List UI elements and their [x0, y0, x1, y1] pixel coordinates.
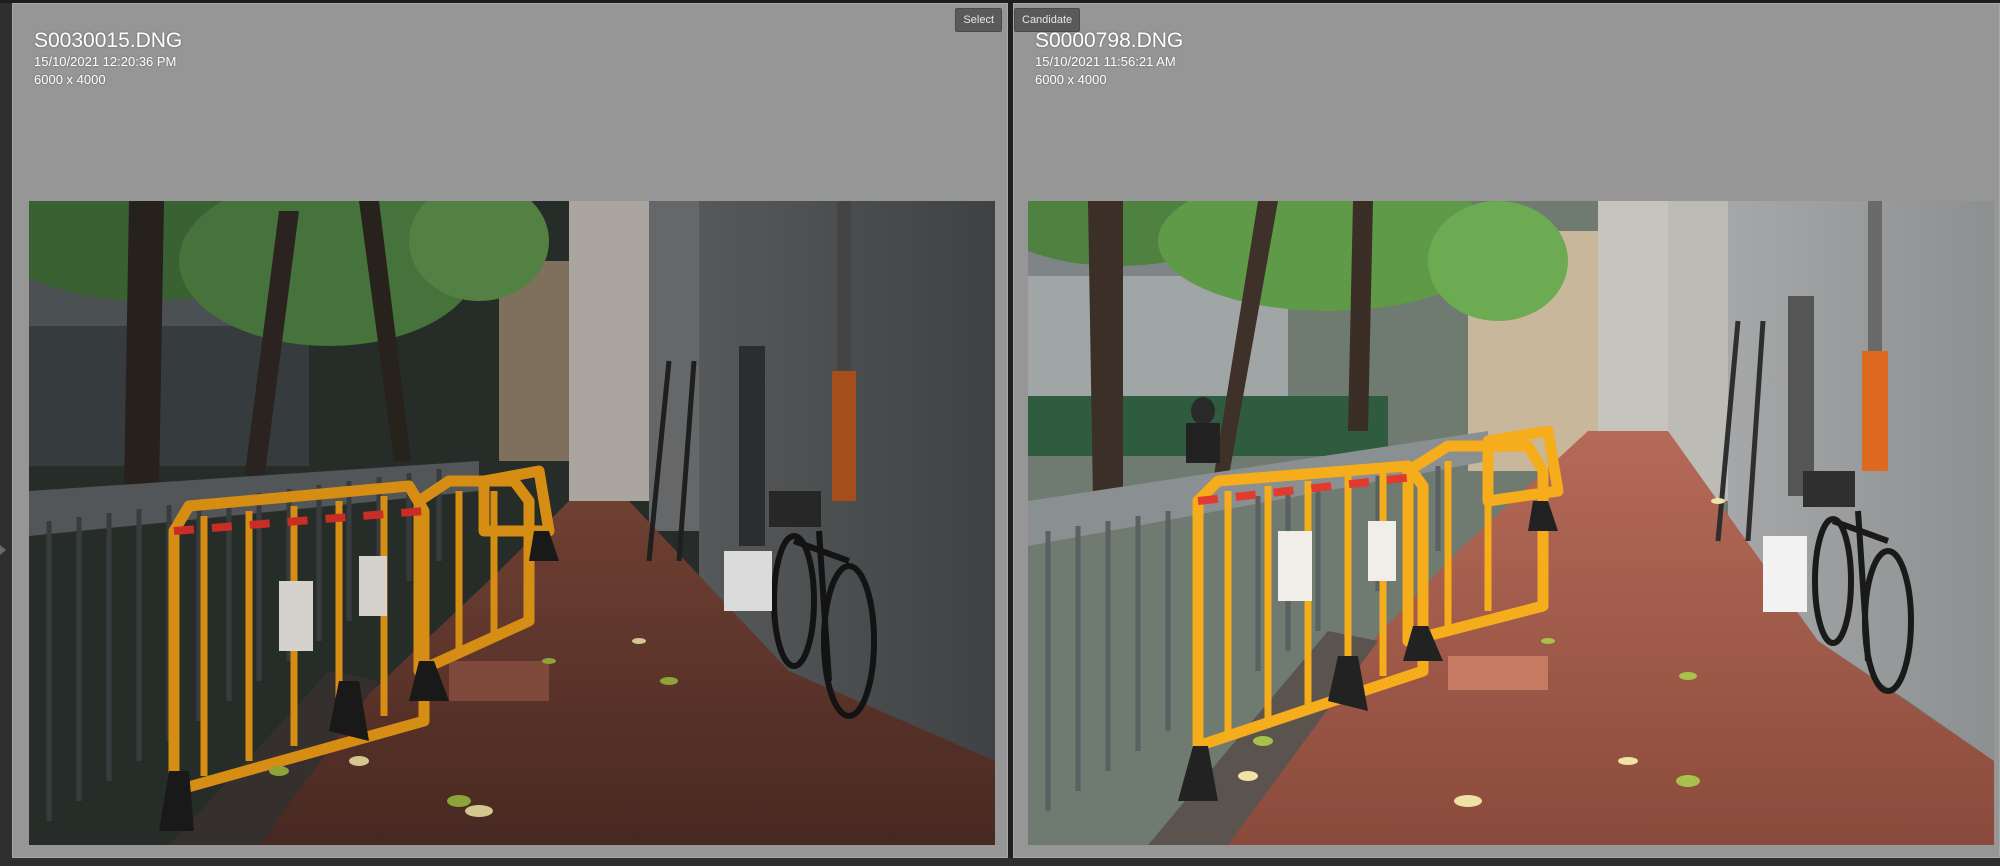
select-photo[interactable] [29, 201, 995, 845]
select-info-overlay: S0030015.DNG 15/10/2021 12:20:36 PM 6000… [34, 29, 182, 89]
candidate-photo[interactable] [1028, 201, 1994, 845]
candidate-info-overlay: S0000798.DNG 15/10/2021 11:56:21 AM 6000… [1035, 29, 1183, 89]
select-pane[interactable]: Select S0030015.DNG 15/10/2021 12:20:36 … [12, 3, 1008, 858]
select-dimensions: 6000 x 4000 [34, 72, 106, 87]
candidate-filename: S0000798.DNG [1035, 29, 1184, 52]
left-panel-collapse-strip[interactable] [0, 3, 12, 866]
candidate-pane[interactable]: Candidate S0000798.DNG 15/10/2021 11:56:… [1013, 3, 2000, 858]
candidate-dimensions: 6000 x 4000 [1035, 72, 1107, 87]
select-capture-datetime: 15/10/2021 12:20:36 PM [34, 54, 177, 69]
expand-arrow-icon[interactable] [0, 545, 6, 555]
select-tag[interactable]: Select [955, 8, 1002, 32]
filmstrip-edge [0, 858, 2000, 866]
candidate-capture-datetime: 15/10/2021 11:56:21 AM [1035, 54, 1176, 69]
select-filename: S0030015.DNG [34, 29, 183, 52]
